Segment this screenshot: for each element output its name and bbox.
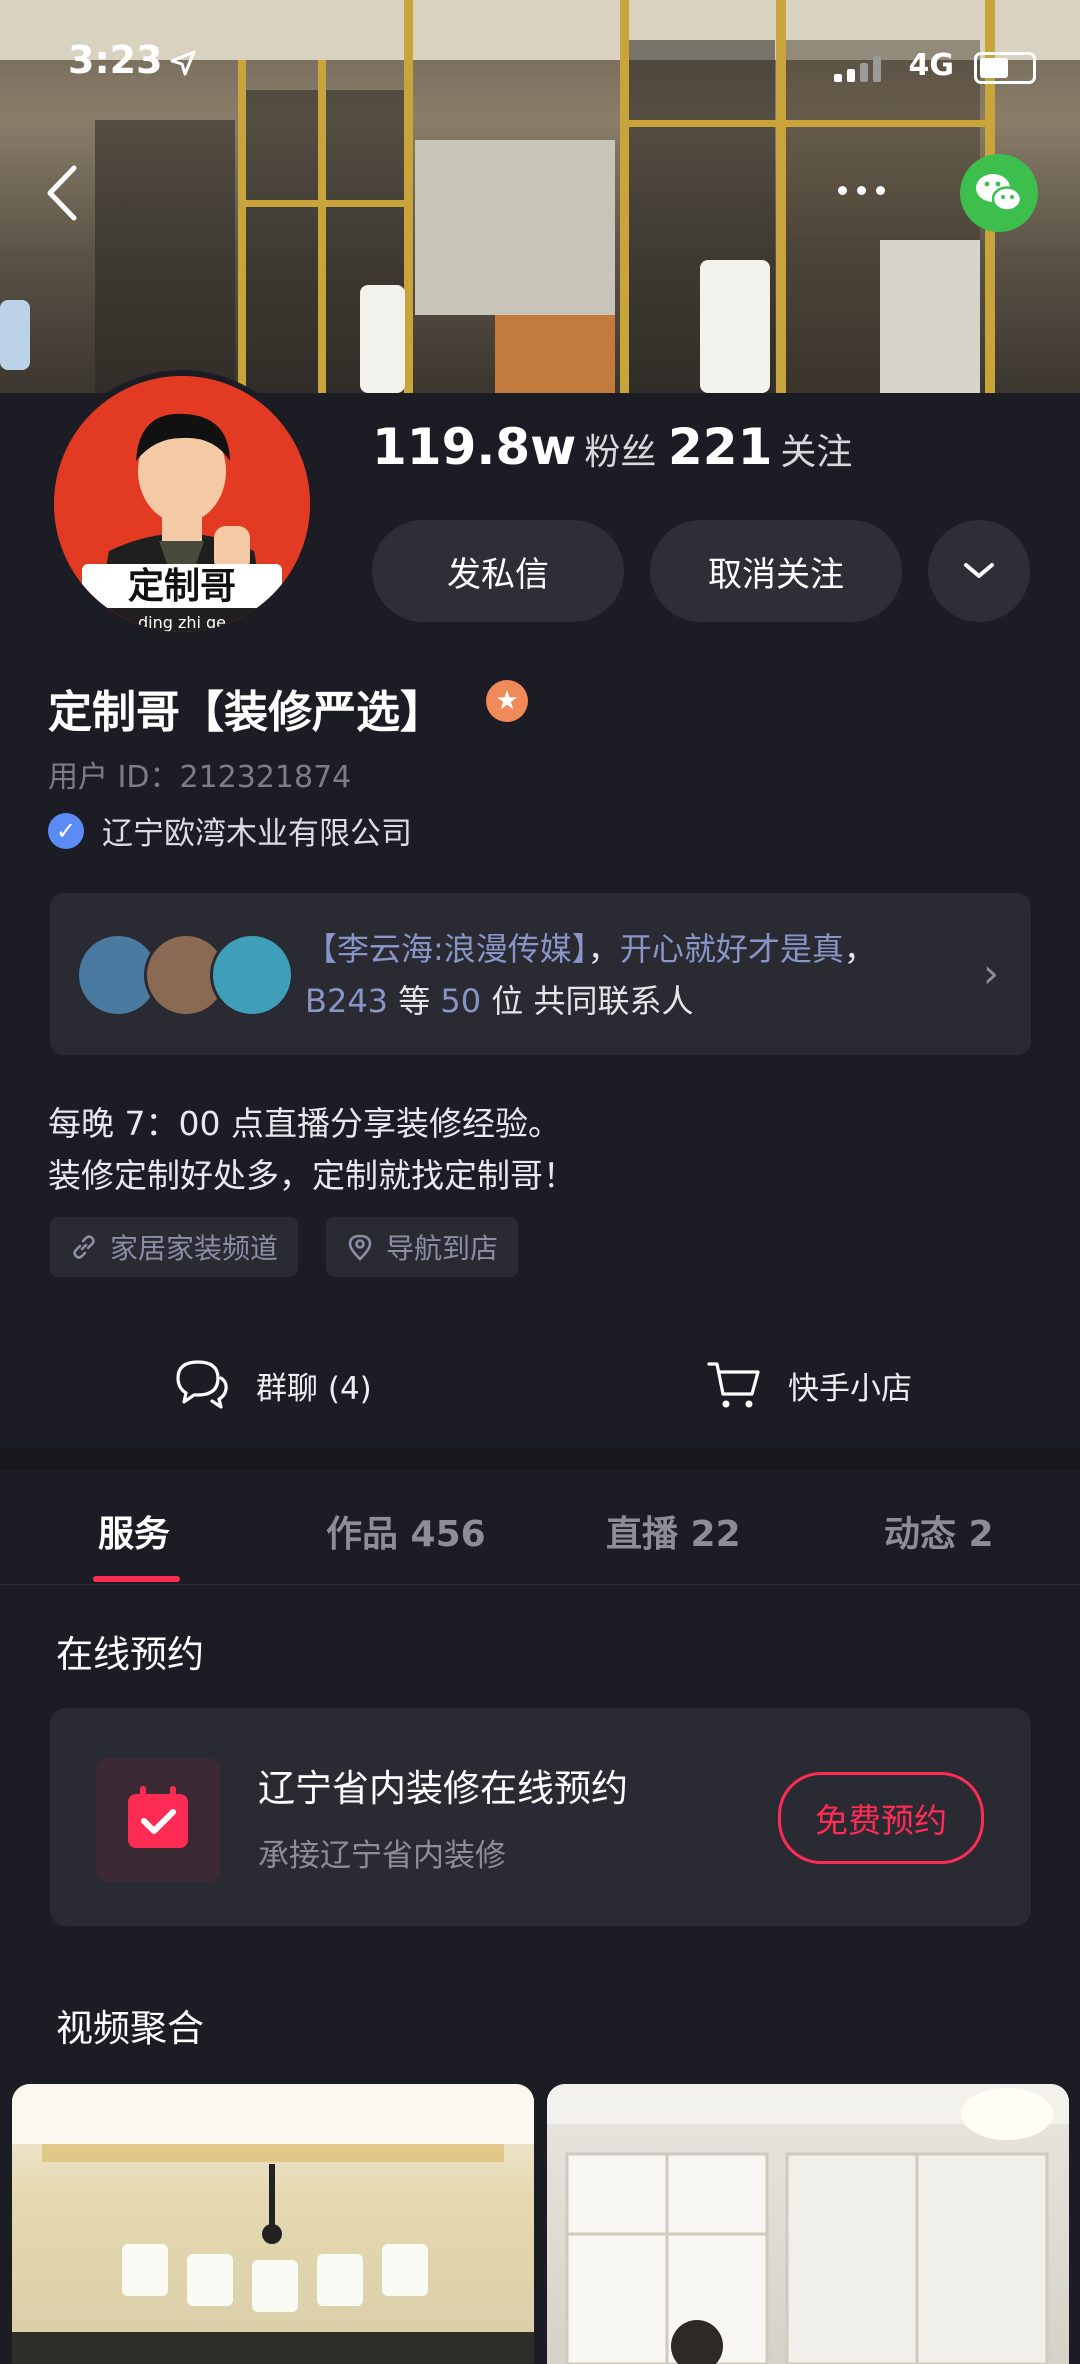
contacts-suffix: 位 共同联系人 [481,982,694,1020]
tag-home-channel[interactable]: 家居家装频道 [50,1217,299,1277]
wechat-icon [976,174,1023,212]
shop-label: 快手小店 [788,1370,912,1407]
calendar-icon-tile [96,1758,220,1882]
verified-company: ✓ 辽宁欧湾木业有限公司 [48,808,412,853]
booking-section-title: 在线预约 [56,1633,204,1676]
location-arrow-icon [170,50,196,76]
contacts-middle-text: 等 [388,982,441,1020]
contact-avatar [210,933,294,1017]
contact-name-3: B243 [305,982,389,1020]
followers-label: 粉丝 [584,432,657,473]
tag-label: 导航到店 [386,1232,499,1265]
chandelier-image [12,2084,534,2364]
bio-line: 每晚 7：00 点直播分享装修经验。 [48,1104,561,1143]
tab-live[interactable]: 直播 22 [606,1505,741,1557]
verified-check-icon: ✓ [48,812,84,849]
contacts-count: 50 [440,982,482,1020]
user-id: 用户 ID：212321874 [48,760,352,795]
chevron-down-icon [964,563,994,578]
tab-bar-border [0,1584,1080,1585]
send-message-button[interactable]: 发私信 [372,520,624,622]
booking-subtitle: 承接辽宁省内装修 [258,1838,506,1874]
followers-stat[interactable]: 119.8w 粉丝 [372,418,656,476]
following-count: 221 [668,418,773,476]
verified-company-name: 辽宁欧湾木业有限公司 [102,816,412,852]
chat-bubble-icon [176,1360,228,1409]
location-pin-icon [348,1234,372,1261]
profile-bio: 每晚 7：00 点直播分享装修经验。 装修定制好处多，定制就找定制哥！ [48,1098,576,1202]
group-chat-label: 群聊 (4) [256,1370,372,1407]
tag-navigate-store[interactable]: 导航到店 [326,1217,519,1277]
chevron-right-icon: › [983,951,999,997]
shop-link[interactable]: 快手小店 [706,1358,912,1412]
following-label: 关注 [780,432,853,473]
bio-line: 装修定制好处多，定制就找定制哥！ [48,1156,576,1195]
free-booking-button[interactable]: 免费预约 [778,1772,984,1864]
expand-button[interactable] [928,520,1030,622]
following-stat[interactable]: 221 关注 [668,418,852,476]
contact-name-1: 【李云海:浪漫传媒】 [305,930,588,968]
video-thumbnail[interactable] [12,2084,534,2364]
active-tab-indicator [93,1576,180,1582]
booking-card[interactable]: 辽宁省内装修在线预约 承接辽宁省内装修 免费预约 [50,1708,1031,1926]
status-bar: 3:23 4G [0,0,1080,130]
back-icon[interactable] [40,160,86,226]
tag-label: 家居家装频道 [110,1232,279,1265]
tab-services[interactable]: 服务 [98,1505,170,1557]
star-badge-icon: ★ [486,680,528,722]
unfollow-button[interactable]: 取消关注 [650,520,902,622]
tab-moments[interactable]: 动态 2 [884,1505,994,1557]
contact-name-2: 开心就好才是真 [619,930,844,968]
video-thumbnail[interactable] [547,2084,1069,2364]
mutual-contacts-card[interactable]: 【李云海:浪漫传媒】，开心就好才是真， B243 等 50 位 共同联系人 › [50,893,1031,1055]
avatar[interactable]: 定制哥 ding zhi ge [48,370,316,638]
network-type: 4G [908,48,955,83]
cabinet-room-image [547,2084,1069,2364]
signal-icon [834,56,888,82]
avatar-cartoon-image: 定制哥 ding zhi ge [54,376,310,632]
calendar-icon [128,1786,188,1848]
battery-icon [974,52,1036,84]
wechat-share-button[interactable] [960,154,1038,232]
avatar-title: 定制哥 [128,566,236,607]
status-time: 3:23 [68,38,163,82]
shopping-cart-icon [707,1362,760,1408]
followers-count: 119.8w [372,418,577,476]
section-divider [0,1448,1080,1470]
contact-separator: ， [587,930,620,968]
more-options-button[interactable] [826,160,898,220]
tab-works[interactable]: 作品 456 [326,1505,486,1557]
video-section-title: 视频聚合 [56,2007,204,2050]
avatar-subtitle: ding zhi ge [138,613,226,632]
link-icon [73,1235,95,1259]
mutual-contacts-text: 【李云海:浪漫传媒】，开心就好才是真， B243 等 50 位 共同联系人 [305,923,965,1027]
contact-separator: ， [843,930,876,968]
group-chat-link[interactable]: 群聊 (4) [174,1358,372,1412]
profile-name: 定制哥【装修严选】 [48,687,444,738]
booking-title: 辽宁省内装修在线预约 [258,1767,628,1810]
